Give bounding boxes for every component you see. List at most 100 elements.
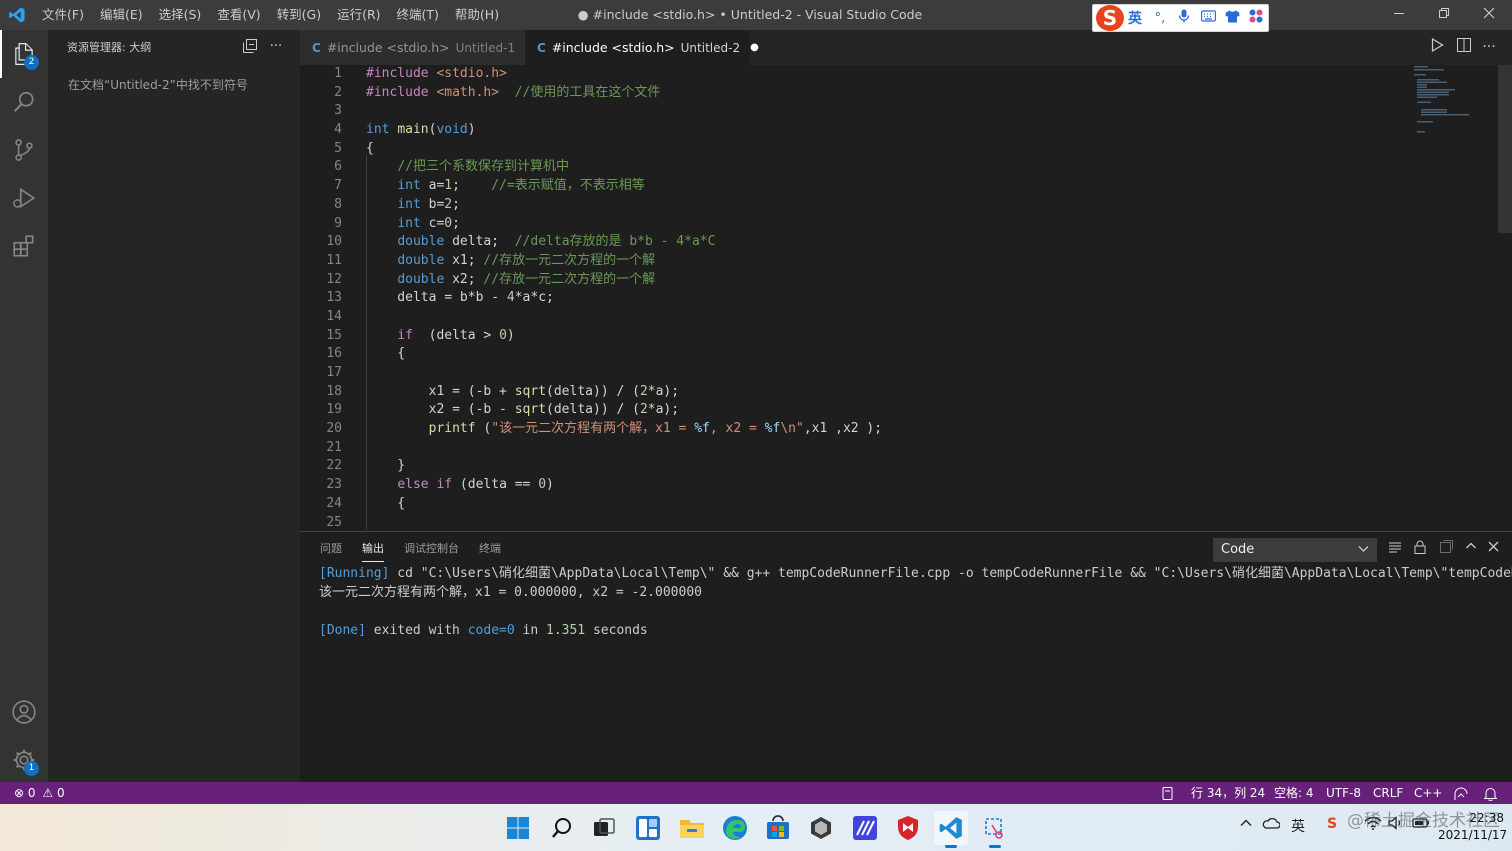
vscode-taskbar-button[interactable] xyxy=(934,811,968,848)
code-line[interactable]: printf ("该一元二次方程有两个解，x1 = %f, x2 = %f\n"… xyxy=(366,420,882,439)
code-line[interactable]: else if (delta == 0) xyxy=(366,476,882,495)
source-control-activity-button[interactable] xyxy=(0,126,48,174)
code-line[interactable]: #include <math.h> //使用的工具在这个文件 xyxy=(366,84,882,103)
keyboard-icon[interactable] xyxy=(1196,10,1220,26)
panel-tab-output[interactable]: 输出 xyxy=(352,532,394,566)
code-line[interactable]: #include <stdio.h> xyxy=(366,65,882,84)
skin-icon[interactable] xyxy=(1220,10,1244,27)
code-line[interactable]: int main(void) xyxy=(366,121,882,140)
sogou-tray-icon[interactable]: S xyxy=(1327,816,1337,832)
code-line[interactable]: double delta; //delta存放的是 b*b - 4*a*C xyxy=(366,233,882,252)
menu-run[interactable]: 运行(R) xyxy=(329,0,388,30)
menu-help[interactable]: 帮助(H) xyxy=(447,0,507,30)
code-line[interactable]: { xyxy=(366,495,882,514)
taskbar-clock[interactable]: 22:38 2021/11/17 xyxy=(1438,810,1507,844)
code-line[interactable]: { xyxy=(366,140,882,159)
code-line[interactable]: //把三个系数保存到计算机中 xyxy=(366,158,882,177)
code-line[interactable] xyxy=(366,364,882,383)
tray-expand-icon[interactable] xyxy=(1239,816,1253,834)
cursor-position[interactable]: 行 34，列 24 xyxy=(1191,782,1265,804)
app-3d-button[interactable] xyxy=(804,811,838,845)
lock-scroll-icon[interactable] xyxy=(1411,540,1429,558)
problems-status[interactable]: ⊗ 0 ⚠ 0 xyxy=(14,782,65,804)
panel-tab-debug-console[interactable]: 调试控制台 xyxy=(394,532,469,566)
start-button[interactable] xyxy=(501,811,535,845)
panel-tab-problems[interactable]: 问题 xyxy=(310,532,352,566)
edge-button[interactable] xyxy=(718,811,752,845)
maximize-panel-icon[interactable] xyxy=(1462,540,1480,558)
sogou-logo-icon[interactable]: S xyxy=(1096,5,1124,31)
snipping-tool-button[interactable] xyxy=(978,811,1012,848)
code-line[interactable]: int a=1; //=表示赋值，不表示相等 xyxy=(366,177,882,196)
mcafee-button[interactable] xyxy=(891,811,925,845)
code-line[interactable] xyxy=(366,102,882,121)
menu-selection[interactable]: 选择(S) xyxy=(151,0,210,30)
code-line[interactable]: int c=0; xyxy=(366,215,882,234)
notifications-bell-icon[interactable] xyxy=(1482,782,1499,804)
code-line[interactable]: } xyxy=(366,457,882,476)
restore-button[interactable] xyxy=(1421,0,1467,30)
feedback-icon[interactable] xyxy=(1454,782,1468,804)
manage-activity-button[interactable]: 1 xyxy=(0,736,48,784)
minimize-button[interactable] xyxy=(1376,0,1422,30)
code-editor[interactable]: 1 2 3 4 5 6 7 8 9 10 11 12 13 14 15 16 17 18 19 20 21 22 23 24 2… xyxy=(300,65,1512,530)
run-code-icon[interactable] xyxy=(1428,37,1446,56)
clear-output-icon[interactable] xyxy=(1386,540,1404,558)
app-visualstudio-button[interactable] xyxy=(848,811,882,845)
code-line[interactable] xyxy=(366,308,882,327)
search-activity-button[interactable] xyxy=(0,78,48,126)
output-log[interactable]: [Running] cd "C:\Users\硝化细菌\AppData\Loca… xyxy=(319,564,1512,640)
code-line[interactable]: { xyxy=(366,345,882,364)
onedrive-icon[interactable] xyxy=(1262,816,1281,834)
tray-language[interactable]: 英 xyxy=(1291,816,1305,836)
ime-language[interactable]: 英 xyxy=(1128,8,1148,28)
file-explorer-button[interactable] xyxy=(675,811,709,845)
indentation-status[interactable]: 空格: 4 xyxy=(1274,782,1314,804)
code-line[interactable]: x1 = (-b + sqrt(delta)) / (2*a); xyxy=(366,383,882,402)
punct-icon[interactable]: °, xyxy=(1148,11,1172,26)
close-window-button[interactable] xyxy=(1466,0,1512,30)
code-lines[interactable]: #include <stdio.h> #include <math.h> //使用… xyxy=(366,65,882,530)
split-editor-icon[interactable] xyxy=(1455,38,1473,56)
explorer-activity-button[interactable]: 2 xyxy=(0,30,48,78)
editor-more-icon[interactable]: ··· xyxy=(1480,38,1498,56)
taskbar-search-button[interactable] xyxy=(545,811,579,845)
encoding-status[interactable]: UTF-8 xyxy=(1326,782,1361,804)
code-line[interactable]: if (delta > 0) xyxy=(366,327,882,346)
run-debug-activity-button[interactable] xyxy=(0,174,48,222)
language-status[interactable]: C++ xyxy=(1414,782,1443,804)
code-line[interactable]: x2 = (-b - sqrt(delta)) / (2*a); xyxy=(366,401,882,420)
minimap[interactable] xyxy=(1408,65,1498,135)
code-line[interactable]: int b=2; xyxy=(366,196,882,215)
code-line[interactable] xyxy=(366,514,882,531)
code-line[interactable]: double x2; //存放一元二次方程的一个解 xyxy=(366,271,882,290)
accounts-activity-button[interactable] xyxy=(0,688,48,736)
code-line[interactable] xyxy=(366,439,882,458)
panel-tab-terminal[interactable]: 终端 xyxy=(469,532,511,566)
menu-go[interactable]: 转到(G) xyxy=(269,0,329,30)
menu-view[interactable]: 查看(V) xyxy=(209,0,268,30)
file-icon[interactable] xyxy=(1162,782,1173,804)
output-channel-select[interactable]: Code xyxy=(1213,538,1377,562)
tab-untitled-1[interactable]: C #include <stdio.h> Untitled-1 ● xyxy=(300,30,534,65)
collapse-all-icon[interactable] xyxy=(242,39,258,55)
menu-terminal[interactable]: 终端(T) xyxy=(389,0,447,30)
ime-toolbar[interactable]: S 英 °, xyxy=(1092,4,1269,32)
code-line[interactable]: delta = b*b - 4*a*c; xyxy=(366,289,882,308)
more-actions-icon[interactable]: ··· xyxy=(268,39,284,55)
extensions-activity-button[interactable] xyxy=(0,222,48,270)
menu-file[interactable]: 文件(F) xyxy=(34,0,92,30)
code-line[interactable]: double x1; //存放一元二次方程的一个解 xyxy=(366,252,882,271)
tab-untitled-2[interactable]: C #include <stdio.h> Untitled-2 ● xyxy=(525,30,759,65)
widgets-button[interactable] xyxy=(631,811,665,845)
mic-icon[interactable] xyxy=(1172,9,1196,27)
open-log-icon[interactable] xyxy=(1437,540,1455,558)
scrollbar-thumb[interactable] xyxy=(1498,65,1512,233)
close-panel-icon[interactable] xyxy=(1484,540,1502,558)
eol-status[interactable]: CRLF xyxy=(1373,782,1403,804)
task-view-button[interactable] xyxy=(587,811,621,845)
menu-edit[interactable]: 编辑(E) xyxy=(92,0,151,30)
unsaved-dot-icon[interactable]: ● xyxy=(750,42,759,53)
microsoft-store-button[interactable] xyxy=(761,811,795,845)
editor-scrollbar[interactable] xyxy=(1498,65,1512,530)
